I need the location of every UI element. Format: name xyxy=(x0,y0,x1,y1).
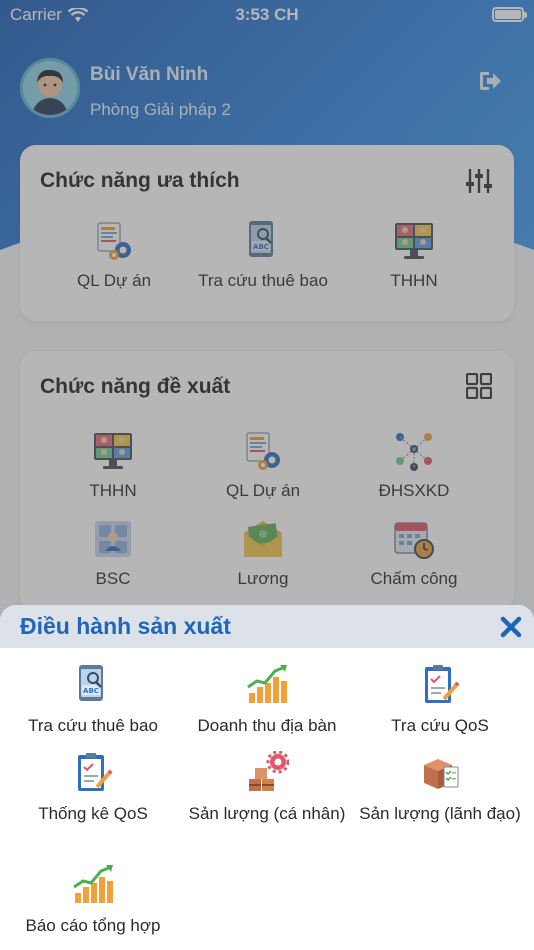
sheet-item-tra-cuu-qos[interactable]: Tra cứu QoS xyxy=(351,663,529,737)
sheet-item-doanh-thu-dia-ban[interactable]: Doanh thu địa bàn xyxy=(178,663,356,737)
summary-report-icon xyxy=(71,863,115,907)
sheet-header: Điều hành sản xuất xyxy=(0,605,534,648)
sheet-item-tra-cuu-thue-bao[interactable]: Tra cứu thuê bao xyxy=(4,663,182,737)
qos-stats-clipboard-icon xyxy=(71,751,115,795)
sheet-item-san-luong-lanh-dao[interactable]: Sản lượng (lãnh đạo) xyxy=(351,751,529,825)
subscriber-lookup-icon xyxy=(71,663,115,707)
sheet-item-bao-cao-tong-hop[interactable]: Báo cáo tổng hợp xyxy=(4,863,182,937)
production-management-sheet: Điều hành sản xuất Tra cứu thuê bao Doan… xyxy=(0,605,534,950)
sheet-item-thong-ke-qos[interactable]: Thống kê QoS xyxy=(4,751,182,825)
sheet-item-san-luong-ca-nhan[interactable]: Sản lượng (cá nhân) xyxy=(178,751,356,825)
leader-output-icon xyxy=(418,751,462,795)
revenue-chart-icon xyxy=(245,663,289,707)
qos-clipboard-icon xyxy=(418,663,462,707)
close-icon[interactable] xyxy=(498,614,524,640)
personal-output-icon xyxy=(245,751,289,795)
sheet-title: Điều hành sản xuất xyxy=(20,613,231,639)
